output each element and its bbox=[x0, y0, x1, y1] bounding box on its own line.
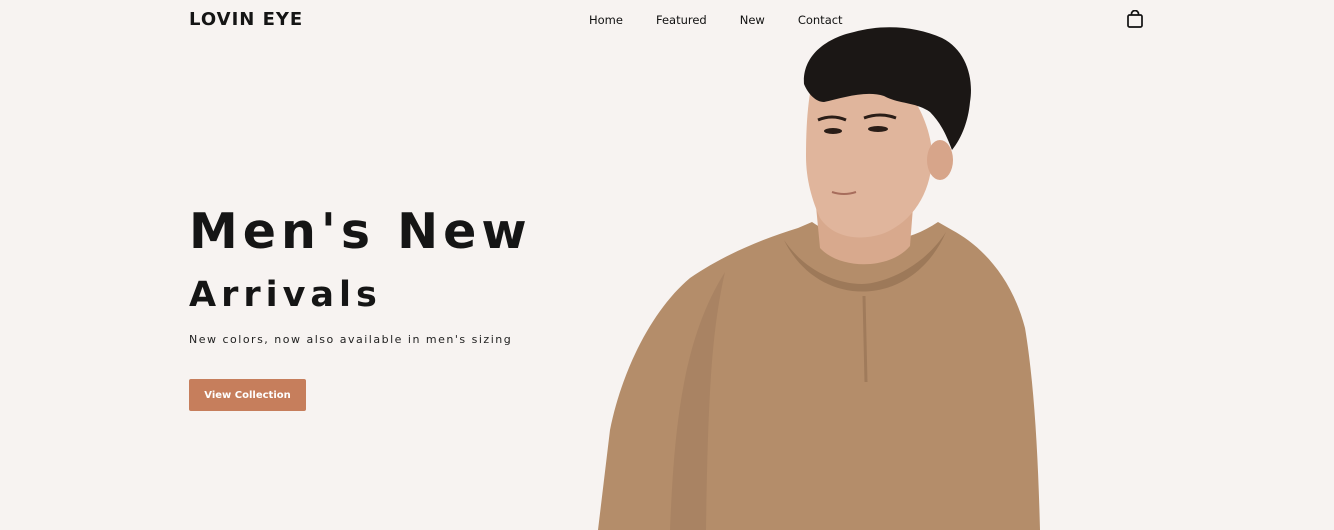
nav-contact-link[interactable]: Contact bbox=[798, 13, 843, 27]
hero-title-line-1: Men's New bbox=[189, 203, 532, 260]
nav-home-link[interactable]: Home bbox=[589, 13, 623, 27]
site-header: LOVIN EYE Home Featured New Contact bbox=[0, 0, 1334, 42]
shopping-bag-icon bbox=[1127, 9, 1143, 28]
hero-title-line-2: Arrivals bbox=[189, 275, 382, 315]
model-right-eye bbox=[868, 126, 888, 132]
model-left-eye bbox=[824, 128, 842, 134]
sweater-seam bbox=[862, 295, 868, 383]
hero-tagline: New colors, now also available in men's … bbox=[189, 333, 513, 346]
nav-featured-link[interactable]: Featured bbox=[656, 13, 707, 27]
hero-model-image bbox=[598, 27, 1040, 530]
main-nav: Home Featured New Contact bbox=[589, 13, 843, 27]
cart-button[interactable] bbox=[1126, 9, 1144, 28]
brand-logo[interactable]: LOVIN EYE bbox=[189, 9, 303, 30]
sweater-shape bbox=[598, 222, 1040, 530]
nav-new-link[interactable]: New bbox=[740, 13, 765, 27]
view-collection-button[interactable]: View Collection bbox=[189, 379, 306, 411]
model-ear bbox=[927, 140, 953, 180]
